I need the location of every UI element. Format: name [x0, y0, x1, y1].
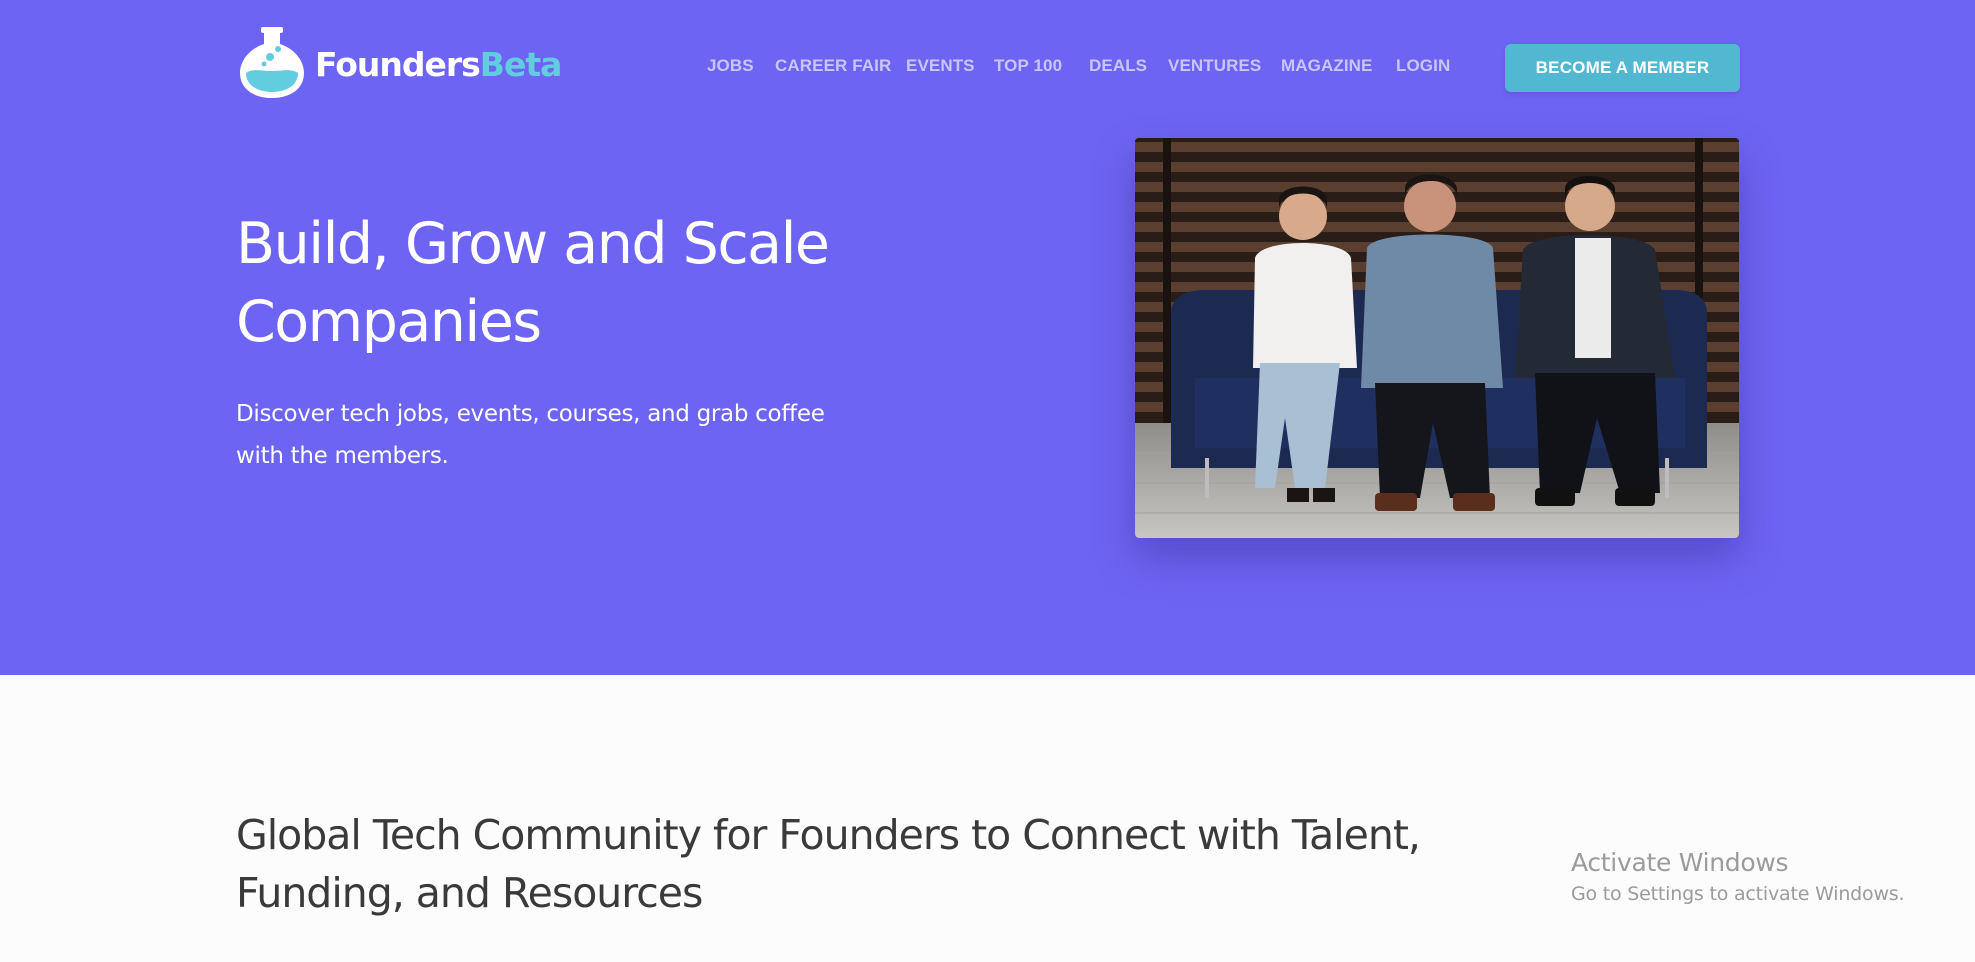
- hero-section: FoundersBeta JOBS CAREER FAIR EVENTS TOP…: [0, 0, 1975, 675]
- hero-headline-line2: Companies: [236, 289, 542, 355]
- watermark-title: Activate Windows: [1571, 848, 1789, 877]
- nav-item-login[interactable]: LOGIN: [1396, 56, 1450, 76]
- nav-item-magazine[interactable]: MAGAZINE: [1281, 56, 1372, 76]
- nav-item-deals[interactable]: DEALS: [1089, 56, 1147, 76]
- nav-item-events[interactable]: EVENTS: [906, 56, 975, 76]
- hero-subline: Discover tech jobs, events, courses, and…: [236, 393, 876, 477]
- windows-activation-watermark: Activate Windows Go to Settings to activ…: [1571, 848, 1905, 905]
- become-member-button[interactable]: BECOME A MEMBER: [1505, 44, 1740, 92]
- community-heading-line1: Global Tech Community for Founders to Co…: [236, 811, 1421, 859]
- brand-wordmark: FoundersBeta: [315, 44, 563, 84]
- hero-subline-line2: with the members.: [236, 443, 449, 469]
- watermark-subtitle: Go to Settings to activate Windows.: [1571, 883, 1905, 905]
- nav-item-career-fair[interactable]: CAREER FAIR: [775, 56, 891, 76]
- nav-item-ventures[interactable]: VENTURES: [1168, 56, 1261, 76]
- hero-headline-line1: Build, Grow and Scale: [236, 211, 830, 277]
- flask-icon: [237, 24, 307, 100]
- hero-photo: [1135, 138, 1739, 538]
- hero-headline: Build, Grow and Scale Companies: [236, 205, 856, 361]
- hero-subline-line1: Discover tech jobs, events, courses, and…: [236, 401, 825, 427]
- community-heading-line2: Funding, and Resources: [236, 869, 703, 917]
- nav-item-top-100[interactable]: TOP 100: [994, 56, 1062, 76]
- brand-name-part2: Beta: [479, 44, 563, 84]
- community-heading: Global Tech Community for Founders to Co…: [236, 806, 1476, 922]
- nav-item-jobs[interactable]: JOBS: [707, 56, 754, 76]
- site-logo[interactable]: FoundersBeta: [237, 24, 563, 100]
- brand-name-part1: Founders: [315, 44, 481, 84]
